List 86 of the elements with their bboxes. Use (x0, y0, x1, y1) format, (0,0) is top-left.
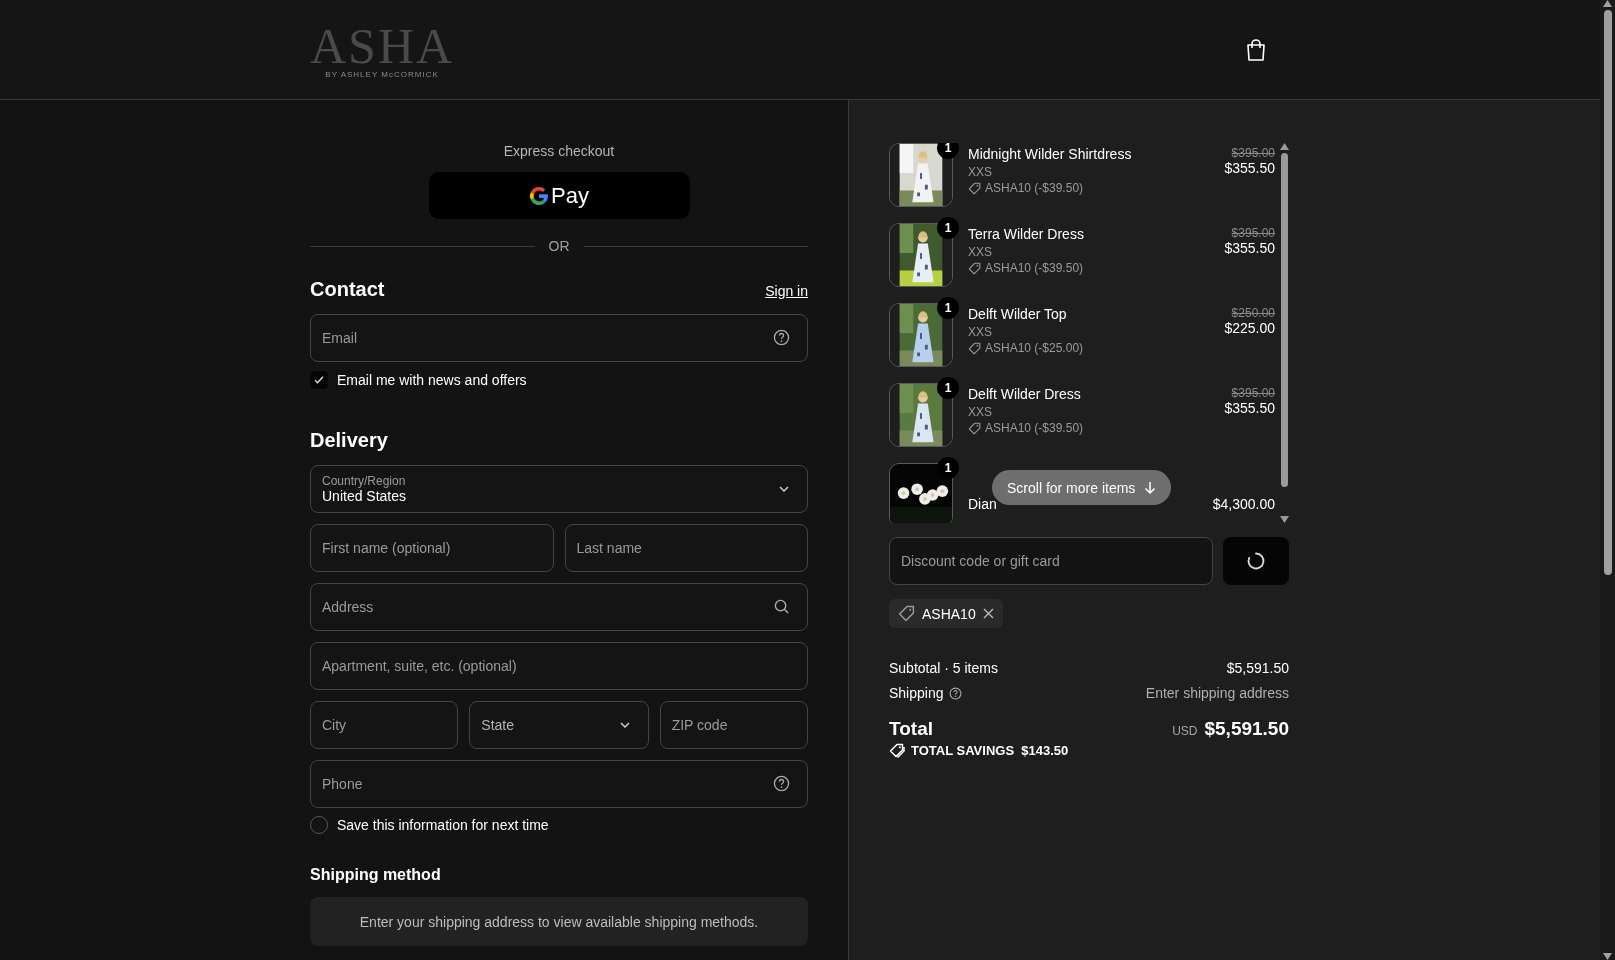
quantity-badge: 1 (937, 377, 959, 399)
price: $4,300.00 (1212, 496, 1275, 512)
help-icon (773, 329, 790, 346)
product-name: Delft Wilder Top (968, 306, 1068, 322)
product-name: Delft Wilder Dress (968, 386, 1082, 402)
shopping-bag-icon[interactable] (1245, 37, 1267, 62)
quantity-badge: 1 (937, 297, 959, 319)
arrow-down-icon (1144, 480, 1157, 495)
state-select[interactable]: State (469, 701, 649, 749)
section-heading: Shipping method (310, 866, 442, 884)
divider-label: OR (548, 238, 570, 254)
search-icon (773, 598, 790, 615)
checkbox-label: Save this information for next time (337, 817, 549, 833)
quantity-badge: 1 (937, 217, 959, 239)
input-field[interactable]: City (310, 701, 459, 749)
product-variant: XXS (968, 405, 993, 419)
sign-in-link[interactable]: Sign in (765, 283, 808, 299)
input-field[interactable]: First name (optional) (310, 524, 554, 572)
checkmark-icon (314, 376, 324, 384)
original-price: $395.00 (1231, 386, 1275, 400)
info-message: Enter your shipping address to view available shipping methods. (310, 897, 808, 946)
product-name: Terra Wilder Dress (968, 226, 1085, 242)
total-label: Total (889, 718, 933, 740)
quantity-badge: 1 (937, 457, 959, 479)
tag-icon (898, 605, 915, 622)
price: $355.50 (1224, 160, 1275, 176)
discount-text: ASHA10 (-$25.00) (985, 341, 1084, 355)
price: $355.50 (1224, 400, 1275, 416)
help-icon[interactable] (948, 686, 962, 700)
scroll-up-icon[interactable] (1279, 143, 1289, 150)
original-price: $395.00 (1231, 226, 1275, 240)
price: $355.50 (1224, 240, 1275, 256)
product-variant: XXS (968, 325, 993, 339)
tag-icon (968, 341, 981, 355)
input-field[interactable]: Phone (310, 760, 808, 808)
price: $225.00 (1224, 320, 1275, 336)
tag-icon (968, 421, 981, 435)
total-value: $5,591.50 (1204, 718, 1289, 740)
discount-text: ASHA10 (-$39.50) (985, 261, 1084, 275)
checkbox[interactable] (310, 371, 328, 389)
scrollbar-thumb[interactable] (1280, 153, 1288, 487)
original-price: $250.00 (1231, 306, 1275, 320)
savings-text: TOTAL SAVINGS $143.50 (911, 743, 1069, 758)
country-select[interactable]: Country/Region United States (310, 465, 808, 513)
product-variant: XXS (968, 165, 993, 179)
shipping-value: Enter shipping address (1145, 685, 1289, 701)
input-field[interactable]: Apartment, suite, etc. (optional) (310, 642, 808, 690)
g-logo-icon (529, 185, 550, 206)
scrollbar[interactable] (1600, 0, 1615, 960)
checkbox-label: Email me with news and offers (337, 372, 527, 388)
input-field[interactable]: Last name (564, 524, 808, 572)
section-heading: Delivery (310, 429, 388, 452)
logo-tagline: BY ASHLEY McCORMICK (325, 69, 439, 79)
product-name: Midnight Wilder Shirtdress (968, 146, 1133, 162)
apply-button[interactable] (1223, 537, 1289, 585)
google-pay-button[interactable]: Pay (428, 172, 690, 219)
input-field[interactable]: Address (310, 583, 808, 631)
tag-icon (968, 261, 981, 275)
section-label: Express checkout (502, 143, 616, 159)
discount-code: ASHA10 (922, 605, 976, 622)
close-icon[interactable] (982, 608, 994, 619)
scroll-down-icon[interactable] (1279, 516, 1289, 523)
input-field[interactable]: Email (310, 314, 808, 362)
loading-spinner-icon (1246, 551, 1266, 571)
tag-icon (968, 181, 981, 195)
discount-text: ASHA10 (-$39.50) (985, 181, 1084, 195)
subtotal-label: Subtotal · 5 items (889, 660, 998, 676)
tags-icon (889, 743, 905, 758)
scroll-up-icon[interactable] (1603, 0, 1612, 7)
currency-code: USD (1172, 724, 1198, 738)
scrollbar-thumb[interactable] (1603, 10, 1612, 575)
shipping-label: Shipping (889, 685, 944, 701)
original-price: $395.00 (1231, 146, 1275, 160)
subtotal-value: $5,591.50 (1226, 660, 1289, 676)
field-label: Country/Region (322, 474, 407, 488)
field-value: United States (322, 488, 407, 504)
chevron-down-icon (779, 486, 789, 492)
discount-text: ASHA10 (-$39.50) (985, 421, 1084, 435)
input-field[interactable]: Discount code or gift card (889, 537, 1213, 585)
scroll-down-icon[interactable] (1603, 953, 1612, 960)
input-field[interactable]: ZIP code (659, 701, 808, 749)
quantity-badge: 1 (937, 143, 959, 159)
section-heading: Contact (310, 278, 385, 301)
help-icon (773, 775, 790, 792)
product-variant: XXS (968, 245, 993, 259)
chevron-down-icon (619, 722, 630, 728)
